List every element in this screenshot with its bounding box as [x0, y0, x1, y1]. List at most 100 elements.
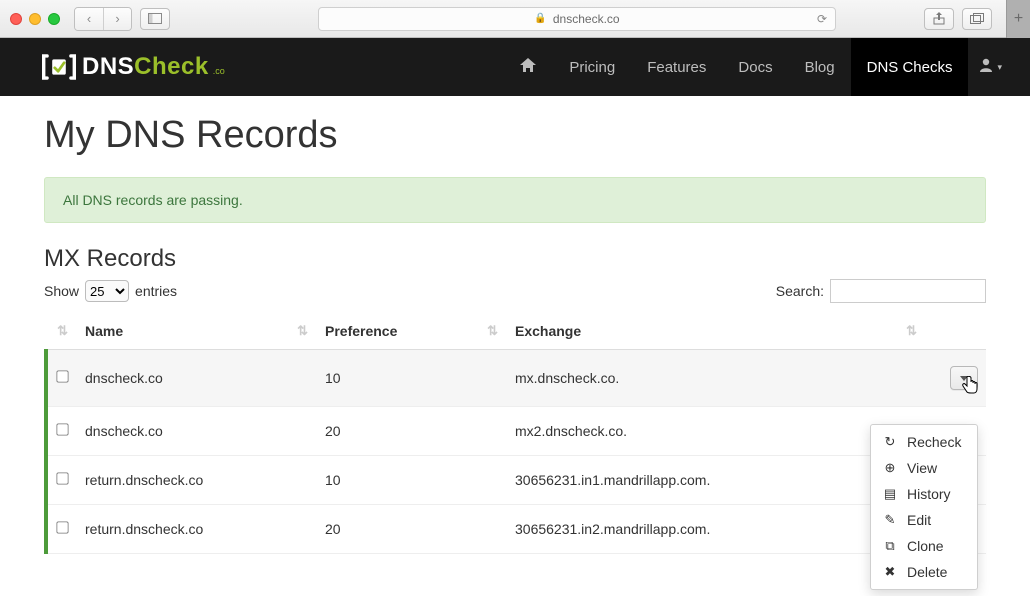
cell-preference: 10 [317, 456, 507, 505]
main-nav: Pricing Features Docs Blog DNS Checks ▾ [503, 38, 1002, 96]
row-checkbox[interactable] [56, 370, 68, 382]
close-window[interactable] [10, 13, 22, 25]
menu-label: History [907, 486, 951, 502]
cell-exchange: mx.dnscheck.co. [507, 350, 926, 407]
status-alert: All DNS records are passing. [44, 177, 986, 223]
sort-icon: ⇅ [487, 323, 495, 339]
status-alert-text: All DNS records are passing. [63, 192, 243, 208]
menu-history[interactable]: ▤ History [871, 481, 977, 507]
url-host: dnscheck.co [553, 12, 620, 26]
nav-home[interactable] [503, 38, 553, 96]
nav-label: Pricing [569, 59, 615, 76]
user-icon [978, 57, 994, 78]
menu-label: Clone [907, 538, 944, 554]
forward-button[interactable]: › [103, 8, 131, 30]
zoom-window[interactable] [48, 13, 60, 25]
row-actions-button[interactable] [950, 366, 978, 390]
cell-exchange: 30656231.in1.mandrillapp.com. [507, 456, 926, 505]
tabs-button[interactable] [962, 8, 992, 30]
search-input[interactable] [830, 279, 986, 303]
delete-icon: ✖ [883, 564, 897, 580]
col-checkbox[interactable]: ⇅ [46, 313, 77, 350]
sort-icon: ⇅ [906, 323, 914, 339]
nav-label: DNS Checks [867, 59, 953, 76]
menu-delete[interactable]: ✖Delete [871, 559, 977, 585]
cell-exchange: 30656231.in2.mandrillapp.com. [507, 505, 926, 554]
show-label-suffix: entries [135, 283, 177, 299]
cell-preference: 20 [317, 407, 507, 456]
browser-right-tools: + [924, 0, 1020, 38]
refresh-icon: ↻ [883, 434, 897, 450]
tabs-icon [970, 13, 984, 24]
nav-label: Docs [738, 59, 772, 76]
nav-back-forward: ‹ › [74, 7, 132, 31]
nav-label: Features [647, 59, 706, 76]
lock-icon: 🔒 [534, 13, 546, 24]
col-actions [926, 313, 986, 350]
menu-recheck[interactable]: ↻ Recheck [871, 429, 977, 455]
app-topbar: DNSCheck .co Pricing Features Docs Blog … [0, 38, 1030, 96]
cell-name: return.dnscheck.co [77, 456, 317, 505]
col-label: Exchange [515, 323, 581, 339]
cell-preference: 10 [317, 350, 507, 407]
table-controls: Show 102550100 entries Search: [44, 279, 986, 303]
cell-name: dnscheck.co [77, 350, 317, 407]
nav-label: Blog [805, 59, 835, 76]
edit-icon: ✎ [883, 512, 897, 528]
search-label: Search: [776, 283, 824, 299]
history-icon: ▤ [883, 486, 897, 502]
row-checkbox[interactable] [56, 521, 68, 533]
sort-icon: ⇅ [57, 323, 65, 339]
menu-edit[interactable]: ✎ Edit [871, 507, 977, 533]
logo[interactable]: DNSCheck .co [42, 52, 225, 82]
view-icon: ⊕ [883, 460, 897, 476]
user-menu[interactable]: ▾ [978, 57, 1002, 78]
home-icon [519, 57, 537, 78]
nav-docs[interactable]: Docs [722, 38, 788, 96]
table-row: dnscheck.co 20 mx2.dnscheck.co. [46, 407, 986, 456]
cell-name: return.dnscheck.co [77, 505, 317, 554]
nav-dns-checks[interactable]: DNS Checks [851, 38, 969, 96]
show-label-prefix: Show [44, 283, 79, 299]
address-bar[interactable]: 🔒 dnscheck.co ⟳ [318, 7, 836, 31]
chevron-down-icon: ▾ [997, 62, 1002, 73]
cell-name: dnscheck.co [77, 407, 317, 456]
col-exchange[interactable]: Exchange ⇅ [507, 313, 926, 350]
table-row: dnscheck.co 10 mx.dnscheck.co. [46, 350, 986, 407]
sidebar-icon [148, 13, 162, 24]
logo-text-dns: DNS [82, 53, 134, 80]
new-tab-button[interactable]: + [1006, 0, 1030, 38]
row-checkbox[interactable] [56, 423, 68, 435]
logo-icon [42, 52, 76, 82]
menu-label: Recheck [907, 434, 961, 450]
clone-icon: ⧉ [883, 538, 897, 554]
cell-preference: 20 [317, 505, 507, 554]
page-title: My DNS Records [44, 114, 986, 157]
window-controls [10, 13, 60, 25]
table-row: return.dnscheck.co 10 30656231.in1.mandr… [46, 456, 986, 505]
logo-tld: .co [213, 66, 225, 76]
sort-icon: ⇅ [297, 323, 305, 339]
nav-blog[interactable]: Blog [789, 38, 851, 96]
cell-exchange: mx2.dnscheck.co. [507, 407, 926, 456]
minimize-window[interactable] [29, 13, 41, 25]
section-title: MX Records [44, 245, 986, 273]
table-row: return.dnscheck.co 20 30656231.in2.mandr… [46, 505, 986, 554]
col-label: Preference [325, 323, 397, 339]
reload-icon[interactable]: ⟳ [817, 12, 827, 26]
per-page-select[interactable]: 102550100 [85, 280, 129, 302]
col-label: Name [85, 323, 123, 339]
menu-label: View [907, 460, 937, 476]
col-preference[interactable]: Preference ⇅ [317, 313, 507, 350]
menu-view[interactable]: ⊕ View [871, 455, 977, 481]
browser-chrome: ‹ › 🔒 dnscheck.co ⟳ + [0, 0, 1030, 38]
back-button[interactable]: ‹ [75, 8, 103, 30]
menu-clone[interactable]: ⧉ Clone [871, 533, 977, 559]
share-button[interactable] [924, 8, 954, 30]
menu-label: Edit [907, 512, 931, 528]
row-checkbox[interactable] [56, 472, 68, 484]
nav-features[interactable]: Features [631, 38, 722, 96]
sidebar-toggle[interactable] [140, 8, 170, 30]
nav-pricing[interactable]: Pricing [553, 38, 631, 96]
col-name[interactable]: Name ⇅ [77, 313, 317, 350]
